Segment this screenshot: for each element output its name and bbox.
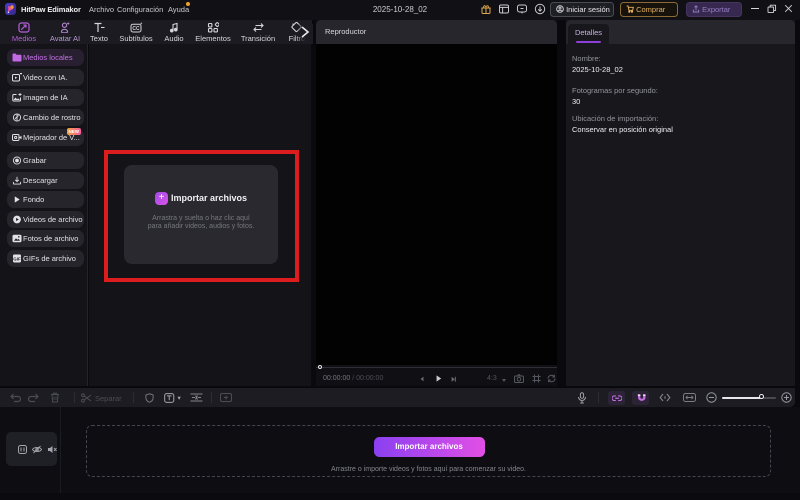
svg-text:GIF: GIF: [13, 256, 21, 261]
svg-text:CC: CC: [132, 26, 140, 32]
